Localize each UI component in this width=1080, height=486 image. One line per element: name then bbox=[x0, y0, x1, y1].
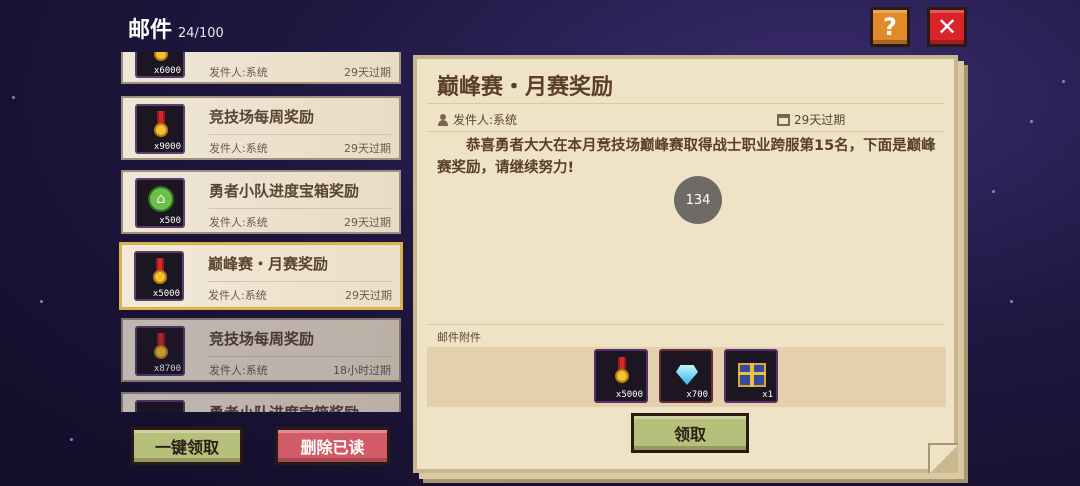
mail-title: 竞技场每周奖励 bbox=[209, 108, 315, 126]
mail-expire: 18小时过期 bbox=[333, 364, 391, 377]
divider bbox=[427, 324, 944, 325]
mail-sender: 发件人:系统 bbox=[209, 142, 268, 155]
divider bbox=[208, 281, 392, 282]
mail-expire: 29天过期 bbox=[344, 142, 391, 155]
mail-item-selected[interactable]: x5000 巅峰赛・月赛奖励 发件人:系统 29天过期 bbox=[119, 242, 403, 310]
attachment-item[interactable]: x5000 bbox=[594, 349, 648, 403]
mail-icon-slot: x5000 bbox=[134, 251, 184, 301]
star-decoration bbox=[992, 190, 995, 193]
star-decoration bbox=[12, 96, 15, 99]
claim-label: 领取 bbox=[673, 425, 706, 444]
mail-icon-slot: x9000 bbox=[135, 104, 185, 154]
mail-expire: 29天过期 bbox=[344, 66, 391, 79]
page-title: 邮件 24/100 bbox=[128, 12, 224, 44]
item-quantity: x700 bbox=[686, 390, 708, 400]
mail-title: 勇者小队进度宝箱奖励 bbox=[209, 402, 359, 412]
mail-sender: 发件人:系统 bbox=[209, 66, 268, 79]
attachment-item[interactable]: x700 bbox=[659, 349, 713, 403]
mail-item[interactable]: 勇者小队进度宝箱奖励 bbox=[121, 392, 401, 412]
mail-sender: 发件人:系统 bbox=[209, 364, 268, 377]
delete-read-button[interactable]: 删除已读 bbox=[275, 427, 390, 465]
detail-body: 恭喜勇者大大在本月竞技场巅峰赛取得战士职业跨服第15名，下面是巅峰赛奖励，请继续… bbox=[437, 138, 936, 176]
item-quantity: x5000 bbox=[152, 289, 180, 299]
mail-item[interactable]: x8700 竞技场每周奖励 发件人:系统 18小时过期 bbox=[121, 318, 401, 382]
attachments-strip: x5000 x700 x1 bbox=[427, 347, 946, 407]
attachments-label: 邮件附件 bbox=[437, 331, 481, 344]
mail-item[interactable]: ⌂ x500 勇者小队进度宝箱奖励 发件人:系统 29天过期 bbox=[121, 170, 401, 234]
chest-icon bbox=[738, 363, 766, 387]
claim-all-button[interactable]: 一键领取 bbox=[131, 427, 243, 465]
mail-count: 24/100 bbox=[178, 26, 224, 41]
help-button[interactable]: ? bbox=[870, 7, 910, 47]
claim-button[interactable]: 领取 bbox=[631, 413, 749, 453]
mail-sender: 发件人:系统 bbox=[209, 216, 268, 229]
detail-title: 巅峰赛・月赛奖励 bbox=[437, 75, 614, 100]
page-curl-decoration bbox=[928, 443, 958, 473]
attachment-item[interactable]: x1 bbox=[724, 349, 778, 403]
item-quantity: x500 bbox=[159, 216, 181, 226]
page-title-text: 邮件 bbox=[128, 18, 173, 43]
page-badge: 134 bbox=[674, 176, 722, 224]
mail-icon-slot: x6000 bbox=[135, 52, 185, 78]
mail-title: 竞技场每周奖励 bbox=[209, 330, 315, 348]
mail-icon-slot bbox=[135, 400, 185, 412]
house-icon: ⌂ bbox=[148, 186, 174, 212]
star-decoration bbox=[1062, 80, 1065, 83]
person-icon bbox=[437, 113, 449, 126]
question-icon: ? bbox=[883, 13, 897, 41]
mail-expire: 29天过期 bbox=[345, 289, 392, 302]
calendar-icon bbox=[777, 113, 790, 126]
divider bbox=[209, 134, 391, 135]
divider bbox=[427, 103, 944, 104]
star-decoration bbox=[40, 300, 43, 303]
close-button[interactable]: ✕ bbox=[927, 7, 967, 47]
item-quantity: x5000 bbox=[615, 390, 643, 400]
diamond-icon bbox=[676, 365, 698, 385]
mail-title: 勇者小队进度宝箱奖励 bbox=[209, 182, 360, 200]
medal-icon bbox=[154, 111, 168, 139]
detail-expire-text: 29天过期 bbox=[794, 113, 846, 127]
item-quantity: x1 bbox=[762, 390, 773, 400]
item-quantity: x6000 bbox=[153, 66, 181, 76]
mail-icon-slot: ⌂ x500 bbox=[135, 178, 185, 228]
medal-icon bbox=[615, 357, 629, 385]
claim-all-label: 一键领取 bbox=[154, 438, 219, 457]
detail-sender-text: 发件人:系统 bbox=[453, 113, 518, 127]
mail-item[interactable]: x6000 发件人:系统 29天过期 bbox=[121, 52, 401, 84]
mail-icon-slot: x8700 bbox=[135, 326, 185, 376]
divider bbox=[427, 131, 944, 132]
mail-sender: 发件人:系统 bbox=[208, 289, 267, 302]
star-decoration bbox=[1010, 300, 1013, 303]
detail-expire: 29天过期 bbox=[777, 111, 845, 128]
divider bbox=[209, 208, 391, 209]
mail-detail-panel: 巅峰赛・月赛奖励 发件人:系统 29天过期 恭喜勇者大大在本月竞技场巅峰赛取得战… bbox=[413, 55, 958, 473]
mail-item[interactable]: x9000 竞技场每周奖励 发件人:系统 29天过期 bbox=[121, 96, 401, 160]
close-icon: ✕ bbox=[936, 13, 958, 41]
delete-read-label: 删除已读 bbox=[300, 438, 365, 457]
item-quantity: x9000 bbox=[153, 142, 181, 152]
mail-list[interactable]: x6000 发件人:系统 29天过期 x9000 竞技场每周奖励 发件人:系统 … bbox=[118, 52, 404, 412]
medal-icon bbox=[153, 258, 167, 286]
star-decoration bbox=[70, 438, 73, 441]
mail-title: 巅峰赛・月赛奖励 bbox=[208, 255, 329, 273]
medal-icon bbox=[154, 333, 168, 361]
star-decoration bbox=[1030, 120, 1033, 123]
detail-sender: 发件人:系统 bbox=[437, 111, 517, 128]
item-quantity: x8700 bbox=[153, 364, 181, 374]
medal-icon bbox=[154, 52, 168, 63]
divider bbox=[209, 356, 391, 357]
mail-expire: 29天过期 bbox=[344, 216, 391, 229]
